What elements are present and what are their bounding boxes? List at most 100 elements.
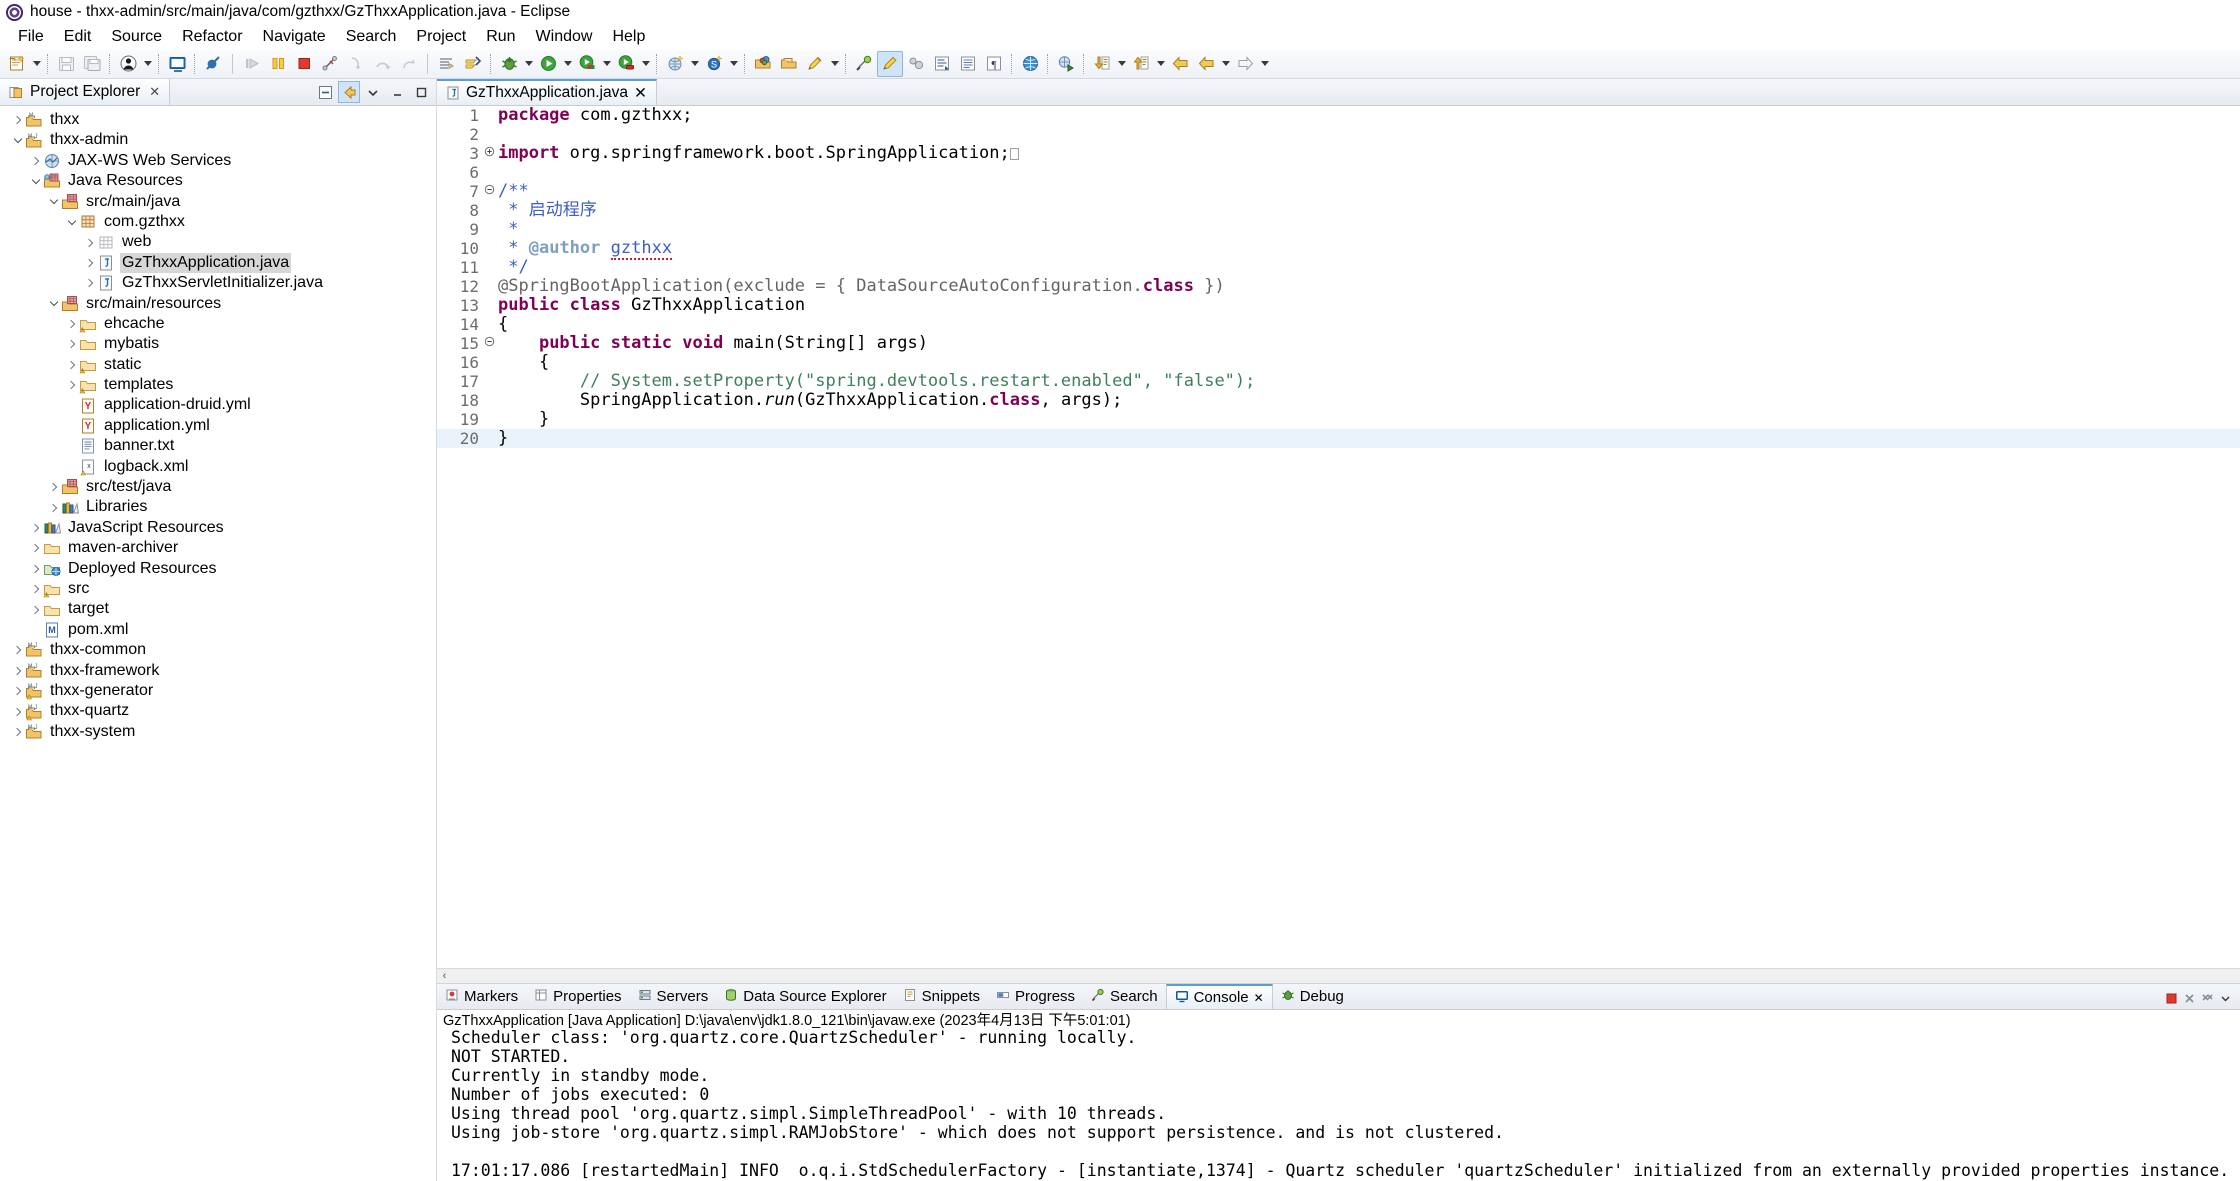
forward-next-icon[interactable] <box>1232 51 1258 77</box>
annotate-icon[interactable] <box>802 51 828 77</box>
external-tools-icon[interactable] <box>613 51 639 77</box>
previous-annotation-icon[interactable] <box>1128 51 1154 77</box>
remove-launch-icon[interactable] <box>2183 990 2196 1003</box>
code-line[interactable]: 1 package com.gzthxx; <box>437 106 2240 125</box>
menu-help[interactable]: Help <box>602 26 655 48</box>
close-icon[interactable]: ✕ <box>149 84 160 100</box>
remove-all-icon[interactable] <box>2201 990 2214 1003</box>
maximize-icon[interactable] <box>410 81 432 103</box>
terminate-icon[interactable] <box>291 51 317 77</box>
run-last-tool-icon[interactable] <box>460 51 486 77</box>
chevron-right-icon[interactable] <box>29 538 43 558</box>
toggle-block-selection-icon[interactable] <box>929 51 955 77</box>
tree-item-src-main-resources[interactable]: src/main/resources <box>0 294 436 314</box>
run-coverage-dropdown-icon[interactable] <box>600 51 613 77</box>
tree-item-static[interactable]: static <box>0 355 436 375</box>
scroll-left-icon[interactable]: ‹ <box>437 970 452 982</box>
step-over-icon[interactable] <box>369 51 395 77</box>
tree-item-thxx-common[interactable]: M Jthxx-common <box>0 640 436 660</box>
close-icon[interactable]: ✕ <box>634 84 647 103</box>
view-menu-icon[interactable] <box>362 81 384 103</box>
chevron-right-icon[interactable] <box>11 722 25 742</box>
tab-search[interactable]: Search <box>1083 984 1166 1009</box>
debug-person-icon[interactable] <box>115 51 141 77</box>
chevron-down-icon[interactable] <box>29 171 43 191</box>
code-line[interactable]: 13 public class GzThxxApplication <box>437 296 2240 316</box>
tree-item-templates[interactable]: templates <box>0 375 436 395</box>
chevron-right-icon[interactable] <box>11 661 25 681</box>
external-tools-dropdown-icon[interactable] <box>639 51 652 77</box>
tree-item-thxx[interactable]: Mthxx <box>0 110 436 130</box>
disconnect-icon[interactable] <box>317 51 343 77</box>
forward-icon[interactable] <box>1193 51 1219 77</box>
fold-collapse-icon[interactable] <box>483 182 496 201</box>
code-line[interactable]: 2 <box>437 125 2240 144</box>
tab-gzthxxapplication-java[interactable]: GzThxxApplication.java ✕ <box>437 79 657 105</box>
debug-bug-icon[interactable] <box>496 51 522 77</box>
code-lines[interactable]: 1 package com.gzthxx; 2 3 import org.springf… <box>437 106 2240 968</box>
tab-debug[interactable]: Debug <box>1273 984 1352 1009</box>
console-icon[interactable] <box>164 51 190 77</box>
debug-dropdown-icon[interactable] <box>522 51 535 77</box>
chevron-down-icon[interactable] <box>47 294 61 314</box>
tree-item-com-gzthxx[interactable]: com.gzthxx <box>0 212 436 232</box>
new-java-project-icon[interactable] <box>662 51 688 77</box>
console-output[interactable]: Scheduler class: 'org.quartz.core.Quartz… <box>437 1028 2240 1181</box>
tree-item-pom-xml[interactable]: Mpom.xml <box>0 620 436 640</box>
show-pilcrow-icon[interactable]: ¶ <box>981 51 1007 77</box>
open-task-icon[interactable] <box>776 51 802 77</box>
tree-item-java-resources[interactable]: Java Resources <box>0 171 436 191</box>
chevron-right-icon[interactable] <box>11 702 25 722</box>
new-class-dropdown-icon[interactable] <box>727 51 740 77</box>
chevron-right-icon[interactable] <box>11 110 25 130</box>
tree-item-ehcache[interactable]: ehcache <box>0 314 436 334</box>
annotate-dropdown-icon[interactable] <box>828 51 841 77</box>
show-whitespace-icon[interactable] <box>955 51 981 77</box>
project-tree[interactable]: Mthxx M Jthxx-admin JAX-WS Web Services Java… <box>0 106 436 1181</box>
tree-item-mybatis[interactable]: mybatis <box>0 334 436 354</box>
code-line[interactable]: 11 */ <box>437 258 2240 278</box>
tree-item-thxx-system[interactable]: M Jthxx-system <box>0 722 436 742</box>
tab-progress[interactable]: Progress <box>988 984 1083 1009</box>
code-line[interactable]: 8 * 启动程序 <box>437 201 2240 221</box>
tab-markers[interactable]: Markers <box>437 984 526 1009</box>
code-line[interactable]: 7 /** <box>437 182 2240 202</box>
menu-run[interactable]: Run <box>476 26 525 48</box>
code-line[interactable]: 19 } <box>437 410 2240 430</box>
tree-item-thxx-framework[interactable]: M Jthxx-framework <box>0 661 436 681</box>
suspend-icon[interactable] <box>265 51 291 77</box>
link-with-editor-icon[interactable] <box>338 81 360 103</box>
chevron-right-icon[interactable] <box>29 579 43 599</box>
code-line[interactable]: 6 <box>437 163 2240 182</box>
run-dropdown-icon[interactable] <box>561 51 574 77</box>
tree-item-deployed-resources[interactable]: Deployed Resources <box>0 559 436 579</box>
code-line[interactable]: 16 { <box>437 353 2240 373</box>
chevron-right-icon[interactable] <box>83 273 97 293</box>
save-icon[interactable] <box>53 51 79 77</box>
back-icon[interactable] <box>1167 51 1193 77</box>
tree-item-thxx-admin[interactable]: M Jthxx-admin <box>0 130 436 150</box>
tab-project-explorer[interactable]: Project Explorer ✕ <box>0 79 171 105</box>
tab-data-source-explorer[interactable]: Data Source Explorer <box>716 984 894 1009</box>
tree-item-src-main-java[interactable]: src/main/java <box>0 192 436 212</box>
fold-collapse-icon[interactable] <box>483 334 496 353</box>
code-line[interactable]: 18 SpringApplication.run(GzThxxApplicati… <box>437 391 2240 411</box>
code-line[interactable]: 20} <box>437 429 2240 448</box>
chevron-right-icon[interactable] <box>47 477 61 497</box>
forward-next-dropdown-icon[interactable] <box>1258 51 1271 77</box>
code-line[interactable]: 3 import org.springframework.boot.SpringA… <box>437 144 2240 163</box>
code-line[interactable]: 14 { <box>437 315 2240 335</box>
editor-horizontal-scrollbar[interactable]: ‹ <box>437 968 2240 983</box>
tree-item-src[interactable]: src <box>0 579 436 599</box>
tab-console[interactable]: Console ✕ <box>1165 984 1273 1009</box>
tree-item-src-test-java[interactable]: src/test/java <box>0 477 436 497</box>
debug-person-dropdown-icon[interactable] <box>141 51 154 77</box>
terminate-icon[interactable] <box>2165 990 2178 1004</box>
tree-item-web[interactable]: web <box>0 232 436 252</box>
run-coverage-icon[interactable] <box>574 51 600 77</box>
menu-edit[interactable]: Edit <box>54 26 102 48</box>
new-class-icon[interactable]: S <box>701 51 727 77</box>
chevron-right-icon[interactable] <box>47 498 61 518</box>
open-web-browser-icon[interactable] <box>1017 51 1043 77</box>
menu-source[interactable]: Source <box>101 26 172 48</box>
